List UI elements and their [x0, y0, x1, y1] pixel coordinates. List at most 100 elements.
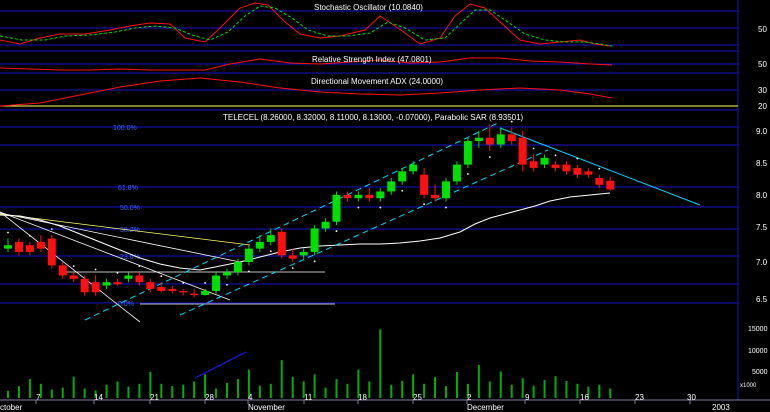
- sar-dot: [248, 270, 250, 273]
- sar-dot: [379, 206, 382, 209]
- volume-bar: [50, 389, 53, 398]
- sar-dot: [401, 189, 404, 192]
- volume-bar: [17, 386, 20, 398]
- sar-dot: [7, 231, 9, 234]
- day-label: 7: [36, 393, 41, 402]
- day-label: 14: [94, 393, 103, 402]
- candle-body-down: [573, 167, 582, 175]
- fib-label-100: 100.0%: [113, 125, 137, 132]
- sar-dot: [467, 173, 469, 175]
- sar-dot: [335, 230, 338, 232]
- sar-dot: [532, 147, 535, 150]
- day-label: 11: [304, 393, 313, 402]
- month-label-december: December: [467, 403, 504, 412]
- volume-unit-label: x1000: [740, 383, 757, 389]
- candle-body-up: [233, 262, 242, 273]
- candle-body-down: [179, 290, 188, 293]
- volume-bar: [488, 381, 491, 398]
- volume-bar: [127, 386, 130, 398]
- sar-dot: [291, 267, 294, 269]
- adx-tick-20: 20: [758, 102, 767, 111]
- candle-body-down: [529, 161, 538, 168]
- price-tick-8: 8.0: [756, 191, 768, 200]
- candle-body-down: [507, 134, 516, 142]
- candle-body-up: [474, 137, 483, 142]
- volume-bar: [83, 388, 86, 398]
- sar-dot: [72, 265, 75, 268]
- price-tick-7: 7.0: [756, 258, 768, 267]
- sar-dot: [445, 206, 447, 209]
- volume-bar: [226, 382, 228, 398]
- volume-bar: [390, 384, 393, 398]
- candle-body-down: [551, 164, 560, 168]
- day-label: 4: [248, 393, 253, 402]
- candle-body-up: [299, 251, 308, 256]
- volume-bar: [532, 385, 535, 398]
- chart-canvas: Stochastic Oscillator (10.0840) 50 Relat…: [0, 0, 770, 412]
- volume-bar: [72, 376, 75, 398]
- fib-label-500: 50.0%: [120, 205, 140, 212]
- candle-body-down: [69, 275, 78, 279]
- sar-dot: [576, 157, 579, 160]
- day-label: 2: [467, 393, 472, 402]
- candle-body-down: [168, 288, 177, 291]
- candle-body-up: [409, 164, 418, 172]
- sar-dot: [204, 282, 207, 284]
- candlestick: [310, 225, 319, 256]
- candlestick: [452, 161, 461, 185]
- sar-dot: [313, 260, 316, 263]
- sar-dot: [116, 271, 119, 274]
- candle-body-up: [310, 228, 319, 252]
- volume-bar: [193, 381, 196, 398]
- day-label: 30: [687, 393, 696, 402]
- volume-bar: [171, 386, 174, 398]
- volume-bar: [324, 387, 327, 398]
- candle-body-down: [58, 265, 67, 276]
- sar-dot: [357, 206, 360, 209]
- price-tick-75: 7.5: [756, 223, 768, 232]
- sar-dot: [182, 282, 185, 284]
- candle-body-down: [518, 137, 527, 165]
- volume-tick-10000: 10000: [748, 348, 768, 355]
- candle-body-down: [91, 282, 100, 293]
- sar-dot: [226, 283, 228, 286]
- volume-bar: [28, 379, 31, 398]
- month-label-october: ctober: [0, 403, 23, 412]
- sar-dot: [29, 234, 31, 237]
- volume-tick-5000: 5000: [752, 369, 768, 376]
- stochastic-title: Stochastic Oscillator (10.0840): [314, 3, 423, 12]
- volume-bar: [510, 384, 513, 398]
- candle-body-up: [398, 171, 407, 182]
- candle-body-up: [540, 157, 549, 165]
- candle-body-up: [212, 275, 221, 291]
- candle-body-up: [102, 282, 111, 286]
- fib-label-236: 23.6%: [120, 254, 140, 261]
- sar-dot: [423, 203, 425, 206]
- volume-bar: [455, 371, 458, 398]
- volume-bar: [401, 380, 404, 398]
- sar-dot: [510, 120, 513, 123]
- candle-body-down: [47, 238, 56, 266]
- sar-dot: [598, 167, 601, 170]
- volume-bar: [105, 384, 108, 398]
- candle-body-down: [190, 293, 199, 296]
- volume-bar: [236, 379, 239, 398]
- candle-body-down: [420, 174, 429, 195]
- volume-bar: [368, 381, 371, 398]
- day-label: 25: [413, 393, 422, 402]
- volume-bar: [61, 387, 64, 398]
- candle-body-up: [201, 290, 210, 295]
- volume-tick-15000: 15000: [748, 326, 768, 333]
- day-label: 28: [205, 393, 214, 402]
- volume-bar: [445, 386, 447, 398]
- day-label: 16: [580, 393, 589, 402]
- volume-bar: [160, 383, 163, 398]
- month-label-november: November: [248, 403, 285, 412]
- volume-bar: [258, 385, 261, 398]
- candle-body-down: [36, 241, 45, 249]
- candle-body-down: [485, 137, 494, 145]
- volume-bar: [576, 383, 579, 398]
- candle-body-up: [266, 235, 275, 242]
- stock-chart: Stochastic Oscillator (10.0840) 50 Relat…: [0, 0, 770, 412]
- candle-body-up: [442, 181, 450, 199]
